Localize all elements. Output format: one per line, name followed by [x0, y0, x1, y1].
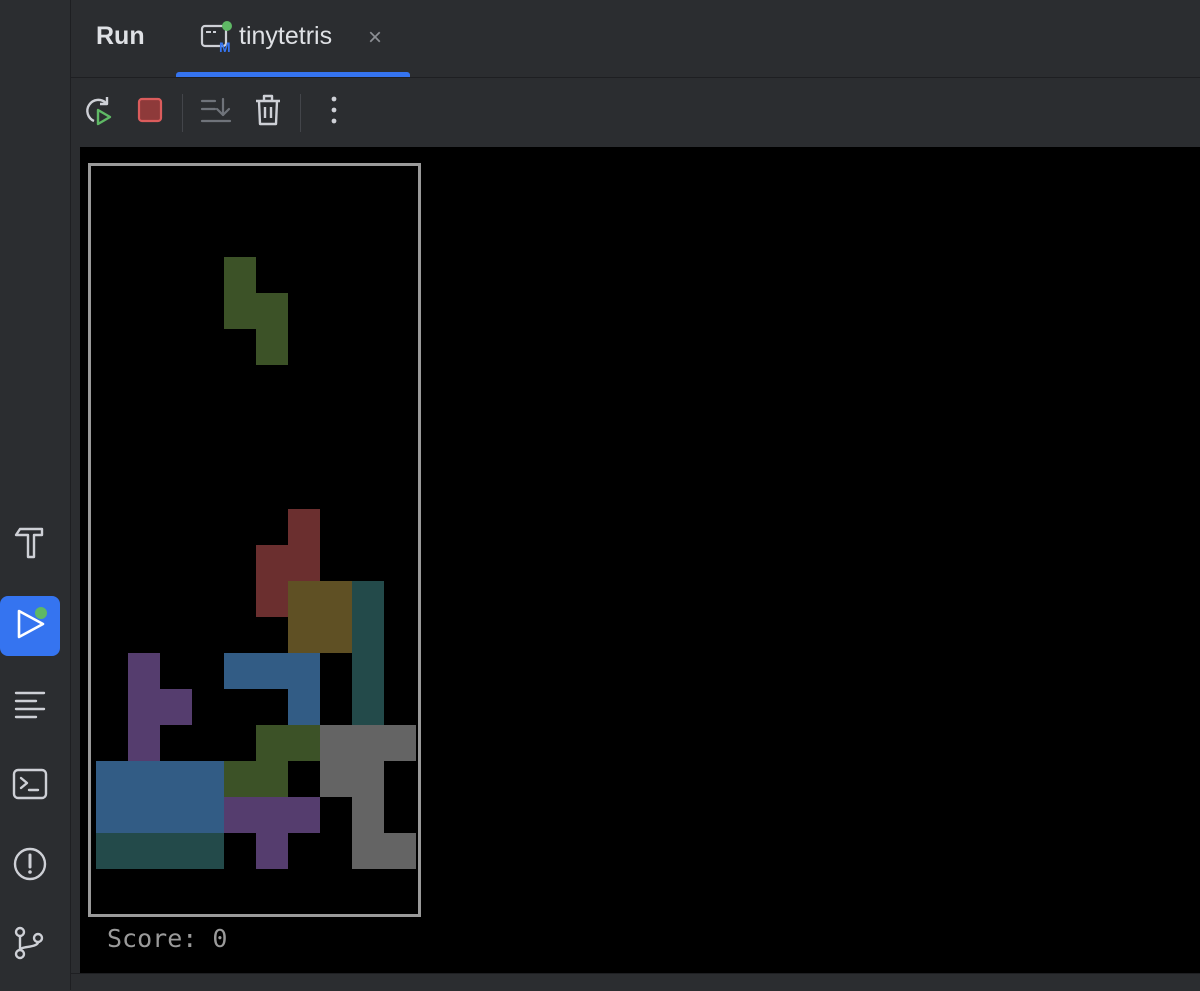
terminal-button[interactable] [0, 756, 60, 816]
toolbar-separator [182, 94, 183, 132]
tetris-block [128, 689, 160, 725]
tetris-block [256, 833, 288, 869]
tetris-block [256, 725, 288, 761]
tetris-block [256, 653, 288, 689]
git-button[interactable] [0, 914, 60, 974]
clear-all-icon [253, 93, 283, 132]
structure-button[interactable] [0, 676, 60, 736]
tetris-block [288, 725, 320, 761]
build-icon [12, 525, 48, 566]
tab-label: tinytetris [239, 22, 333, 50]
tetris-block [256, 761, 288, 797]
scroll-to-end-button[interactable] [198, 94, 234, 130]
tetris-block [384, 833, 416, 869]
tetris-block [128, 833, 160, 869]
console-output[interactable]: Score: 0 [80, 147, 1200, 973]
tetris-block [128, 797, 160, 833]
run-toolbar [71, 78, 1200, 146]
tetris-block [352, 833, 384, 869]
tetris-block [352, 761, 384, 797]
falling-piece-block [256, 329, 288, 365]
problems-icon [12, 846, 48, 887]
tetris-block [288, 689, 320, 725]
clear-all-button[interactable] [250, 94, 286, 130]
problems-button[interactable] [0, 836, 60, 896]
more-options-button[interactable] [316, 94, 352, 130]
tetris-block [352, 725, 384, 761]
tetris-block [192, 761, 224, 797]
tetris-block [288, 653, 320, 689]
tab-active-indicator [176, 72, 410, 77]
tetris-block [320, 761, 352, 797]
left-toolbar [0, 0, 71, 990]
tetris-block [288, 581, 320, 617]
tetris-block [128, 653, 160, 689]
tetris-block [256, 797, 288, 833]
tetris-block [288, 617, 320, 653]
falling-piece-block [224, 293, 256, 329]
tetris-block [288, 797, 320, 833]
falling-piece-block [224, 257, 256, 293]
tetris-block [352, 617, 384, 653]
structure-icon [12, 686, 48, 727]
tetris-block [160, 833, 192, 869]
tetris-block [320, 617, 352, 653]
falling-piece-block [256, 293, 288, 329]
tetris-board: Score: 0 [88, 163, 421, 954]
toolbar-separator [300, 94, 301, 132]
tetris-block [352, 689, 384, 725]
tetris-block [384, 725, 416, 761]
stop-icon [136, 96, 164, 129]
tetris-block [160, 797, 192, 833]
tetris-block [352, 653, 384, 689]
tetris-block [256, 581, 288, 617]
tab-icon-badge: M [219, 39, 231, 54]
rerun-icon [80, 93, 114, 132]
tetris-block [256, 545, 288, 581]
more-options-icon [329, 95, 339, 130]
tetris-block [128, 761, 160, 797]
run-configuration-icon: M [200, 20, 236, 59]
tetris-block [288, 545, 320, 581]
close-icon[interactable]: × [368, 26, 382, 50]
tetris-block [128, 725, 160, 761]
tetris-block [224, 653, 256, 689]
tetris-block [320, 581, 352, 617]
panel-title: Run [96, 22, 145, 50]
git-icon [12, 924, 48, 965]
build-button[interactable] [0, 515, 60, 575]
score-text: Score: 0 [104, 924, 232, 954]
bottom-edge [71, 973, 1200, 991]
run-tool-window-button[interactable] [0, 596, 60, 656]
tetris-block [96, 833, 128, 869]
tetris-block [160, 689, 192, 725]
tetris-block [96, 797, 128, 833]
tetris-block [320, 725, 352, 761]
scroll-to-end-icon [199, 93, 233, 132]
tetris-block [96, 761, 128, 797]
tetris-block [288, 509, 320, 545]
run-icon [12, 606, 48, 647]
tab-tinytetris[interactable]: M tinytetris × [176, 0, 410, 77]
tetris-block [192, 797, 224, 833]
run-panel-header: Run M tinytetris × [71, 0, 1200, 78]
rerun-button[interactable] [79, 94, 115, 130]
tetris-block [352, 581, 384, 617]
tetris-block [192, 833, 224, 869]
tetris-block [160, 761, 192, 797]
tetris-block [224, 761, 256, 797]
stop-button[interactable] [132, 94, 168, 130]
terminal-icon [12, 766, 48, 807]
tetris-block [224, 797, 256, 833]
tetris-block [352, 797, 384, 833]
